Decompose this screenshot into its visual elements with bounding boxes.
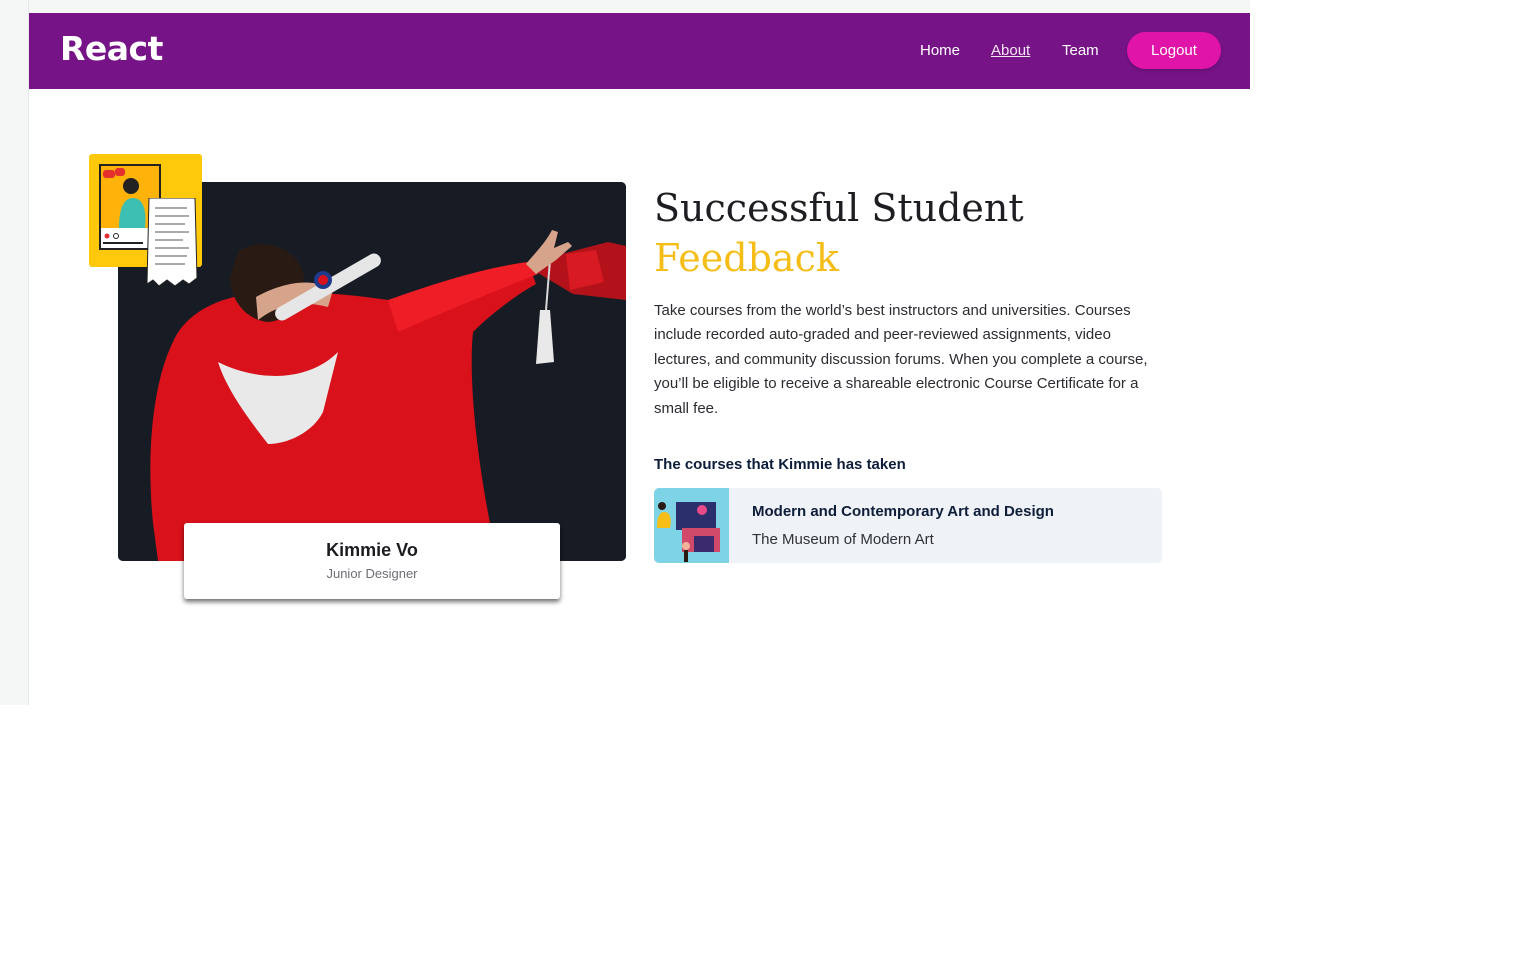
art-course-illustration: [654, 488, 729, 563]
course-card[interactable]: Modern and Contemporary Art and Design T…: [654, 488, 1162, 563]
course-organization: The Museum of Modern Art: [752, 531, 934, 548]
navbar: React Home About Team Logout: [29, 13, 1250, 89]
top-margin: [29, 0, 1250, 13]
receipt-paper-icon: [146, 198, 198, 286]
courses-label: The courses that Kimmie has taken: [654, 456, 906, 473]
nav-link-home[interactable]: Home: [920, 41, 960, 61]
social-media-illustration: [89, 154, 202, 286]
nav-link-about[interactable]: About: [991, 41, 1030, 61]
brand-logo[interactable]: React: [60, 29, 163, 69]
feedback-heading: Successful Student Feedback: [654, 183, 1024, 283]
nav-link-team[interactable]: Team: [1062, 41, 1099, 61]
app-container: React Home About Team Logout Kimmie Vo J…: [29, 13, 1250, 705]
logout-button[interactable]: Logout: [1127, 32, 1221, 69]
heading-line1: Successful Student: [654, 186, 1024, 230]
heading-line2: Feedback: [654, 236, 839, 280]
feedback-description: Take courses from the world’s best instr…: [654, 302, 1148, 417]
profile-role: Junior Designer: [326, 566, 418, 581]
profile-name: Kimmie Vo: [326, 540, 418, 560]
course-title[interactable]: Modern and Contemporary Art and Design: [752, 502, 1054, 522]
profile-name-card: Kimmie Vo Junior Designer: [184, 523, 560, 599]
left-margin: [0, 0, 29, 705]
